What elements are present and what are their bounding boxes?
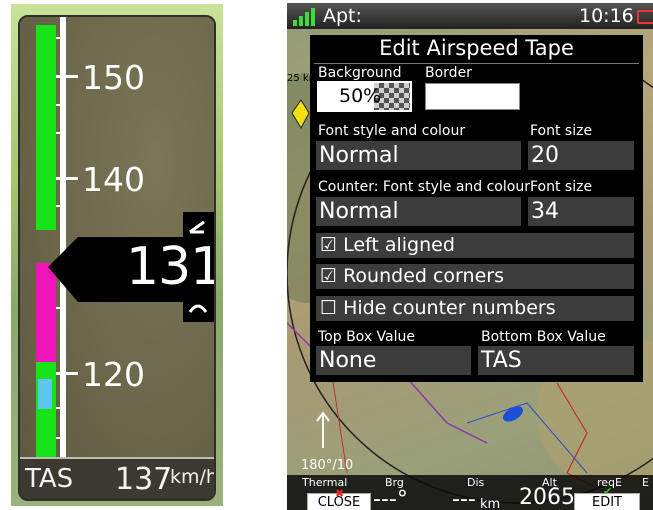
font-style-field[interactable]: Normal: [316, 141, 521, 170]
minor-tick: [56, 205, 66, 207]
tas-unit: km/h: [170, 466, 216, 488]
minor-tick: [56, 104, 66, 106]
bottom-box-select[interactable]: TAS: [478, 346, 634, 375]
major-tick: [56, 75, 78, 78]
tas-value: 137: [115, 462, 173, 497]
counter-size-label: Font size: [530, 179, 593, 195]
font-size-label: Font size: [530, 123, 593, 139]
tick-label-150: 150: [82, 58, 145, 97]
status-bar: Apt: 10:16: [287, 3, 653, 29]
tick-label-140: 140: [82, 160, 145, 199]
airspeed-tape-preview: 150 140 120 131 TAS 137 km/h: [11, 4, 223, 506]
dialog-title: Edit Airspeed Tape: [379, 36, 574, 60]
counter-font-field[interactable]: Normal: [316, 197, 521, 226]
blue-marker: [38, 379, 52, 409]
counter-size-field[interactable]: 34: [528, 197, 634, 226]
dis-unit: km: [480, 497, 501, 510]
rounded-corners-checkbox[interactable]: ☑ Rounded corners: [316, 264, 634, 289]
nav-label-e: E: [642, 476, 649, 489]
green-speed-band: [36, 25, 56, 230]
battery-icon: [637, 10, 653, 24]
hide-counter-checkbox[interactable]: ☐ Hide counter numbers: [316, 296, 634, 321]
major-tick: [56, 177, 78, 180]
top-box-select[interactable]: None: [316, 346, 471, 375]
edit-airspeed-tape-dialog: Edit Airspeed Tape Background Border 50%…: [310, 35, 643, 382]
heading-readout: 180°/10: [301, 458, 354, 473]
background-opacity-selector[interactable]: 50%: [317, 81, 412, 112]
tas-bottom-box: TAS 137 km/h: [20, 457, 214, 499]
close-x-icon: ✖: [335, 487, 345, 500]
minor-tick: [56, 437, 66, 439]
dis-value: ---: [452, 487, 476, 510]
left-aligned-checkbox[interactable]: ☑ Left aligned: [316, 233, 634, 258]
minor-tick: [56, 132, 66, 134]
edit-check-icon: ✔: [603, 485, 613, 498]
title-divider: [314, 63, 639, 64]
tick-label-120: 120: [82, 355, 145, 394]
background-label: Background: [318, 65, 402, 81]
top-box-label: Top Box Value: [318, 329, 415, 345]
minor-tick: [56, 37, 66, 39]
tape-frame: 150 140 120 131 TAS 137 km/h: [18, 15, 216, 501]
alt-value: 2065: [519, 485, 575, 510]
counter-font-label: Counter: Font style and colour: [318, 179, 530, 195]
status-clock: 10:16: [579, 5, 634, 27]
border-color-selector[interactable]: [425, 83, 520, 110]
tas-label: TAS: [25, 464, 74, 494]
green-speed-band-lower: [36, 362, 56, 457]
speed-counter-box: 131: [48, 212, 216, 322]
current-speed-value: 131: [126, 237, 216, 297]
bottom-box-label: Bottom Box Value: [481, 329, 606, 345]
signal-icon: [293, 8, 317, 26]
major-tick: [56, 372, 78, 375]
font-size-field[interactable]: 20: [528, 141, 634, 170]
background-value: 50%: [339, 85, 382, 107]
font-style-label: Font style and colour: [318, 123, 466, 139]
status-title: Apt:: [323, 5, 362, 27]
device-screen: 25 km Apt: 10:16 Edit Airspeed Tape Back…: [287, 3, 653, 510]
minor-tick: [56, 407, 66, 409]
brg-value: ---°: [373, 487, 408, 510]
border-label: Border: [425, 65, 472, 81]
